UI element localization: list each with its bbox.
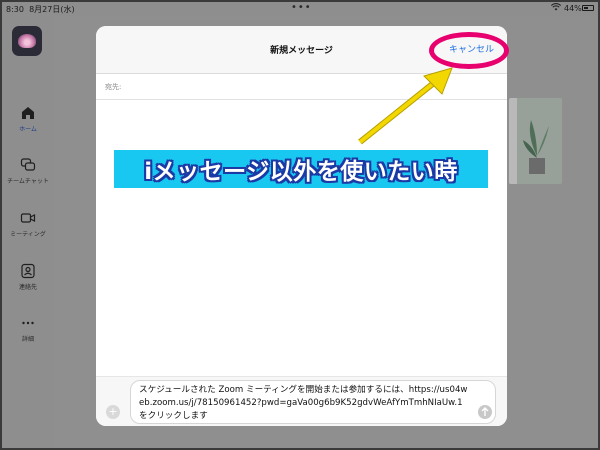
banner-text: iメッセージ以外を使いたい時: [144, 159, 458, 185]
send-button[interactable]: [478, 405, 492, 419]
sidebar-item-team-chat[interactable]: チームチャット: [2, 157, 54, 193]
status-bar: 8:30 8月27日(水) ••• 44%: [2, 2, 598, 16]
sidebar-item-more[interactable]: 詳細: [2, 315, 54, 351]
sidebar-item-home[interactable]: ホーム: [2, 105, 54, 141]
sidebar: ホーム チームチャット ミーティング 連絡先 詳細: [2, 16, 54, 448]
status-time: 8:30 8月27日(水): [6, 5, 75, 14]
sidebar-item-meetings[interactable]: ミーティング: [2, 210, 54, 246]
arrow-up-icon: [481, 407, 489, 416]
battery-icon: [582, 5, 594, 11]
add-attachment-button[interactable]: +: [106, 405, 120, 419]
message-composer: + スケジュールされた Zoom ミーティングを開始または参加するには、http…: [96, 376, 507, 426]
sidebar-item-label: ミーティング: [10, 231, 46, 238]
more-icon: [22, 321, 34, 325]
sidebar-item-label: ホーム: [19, 126, 37, 133]
app-logo[interactable]: [12, 26, 42, 56]
multitask-dots-icon[interactable]: •••: [291, 2, 312, 13]
sidebar-item-label: チームチャット: [7, 178, 49, 185]
sidebar-item-label: 連絡先: [18, 284, 37, 291]
wifi-icon: [550, 3, 562, 13]
plant-icon: [523, 120, 549, 174]
background-card: [509, 98, 562, 184]
lotus-icon: [18, 34, 36, 48]
home-icon: [22, 107, 34, 119]
chat-icon: [20, 158, 36, 171]
annotation-banner: iメッセージ以外を使いたい時: [114, 150, 488, 188]
recipient-label: 宛先:: [105, 83, 122, 91]
video-icon: [20, 213, 36, 223]
screenshot-frame: 8:30 8月27日(水) ••• 44% ホーム チームチャット ミーティング…: [0, 0, 600, 450]
sidebar-item-contacts[interactable]: 連絡先: [2, 263, 54, 299]
battery-percent: 44%: [564, 4, 582, 13]
sidebar-item-label: 詳細: [21, 336, 34, 343]
contacts-icon: [21, 263, 35, 279]
yellow-arrow-icon: [358, 67, 453, 145]
message-input[interactable]: スケジュールされた Zoom ミーティングを開始または参加するには、https:…: [130, 380, 496, 424]
